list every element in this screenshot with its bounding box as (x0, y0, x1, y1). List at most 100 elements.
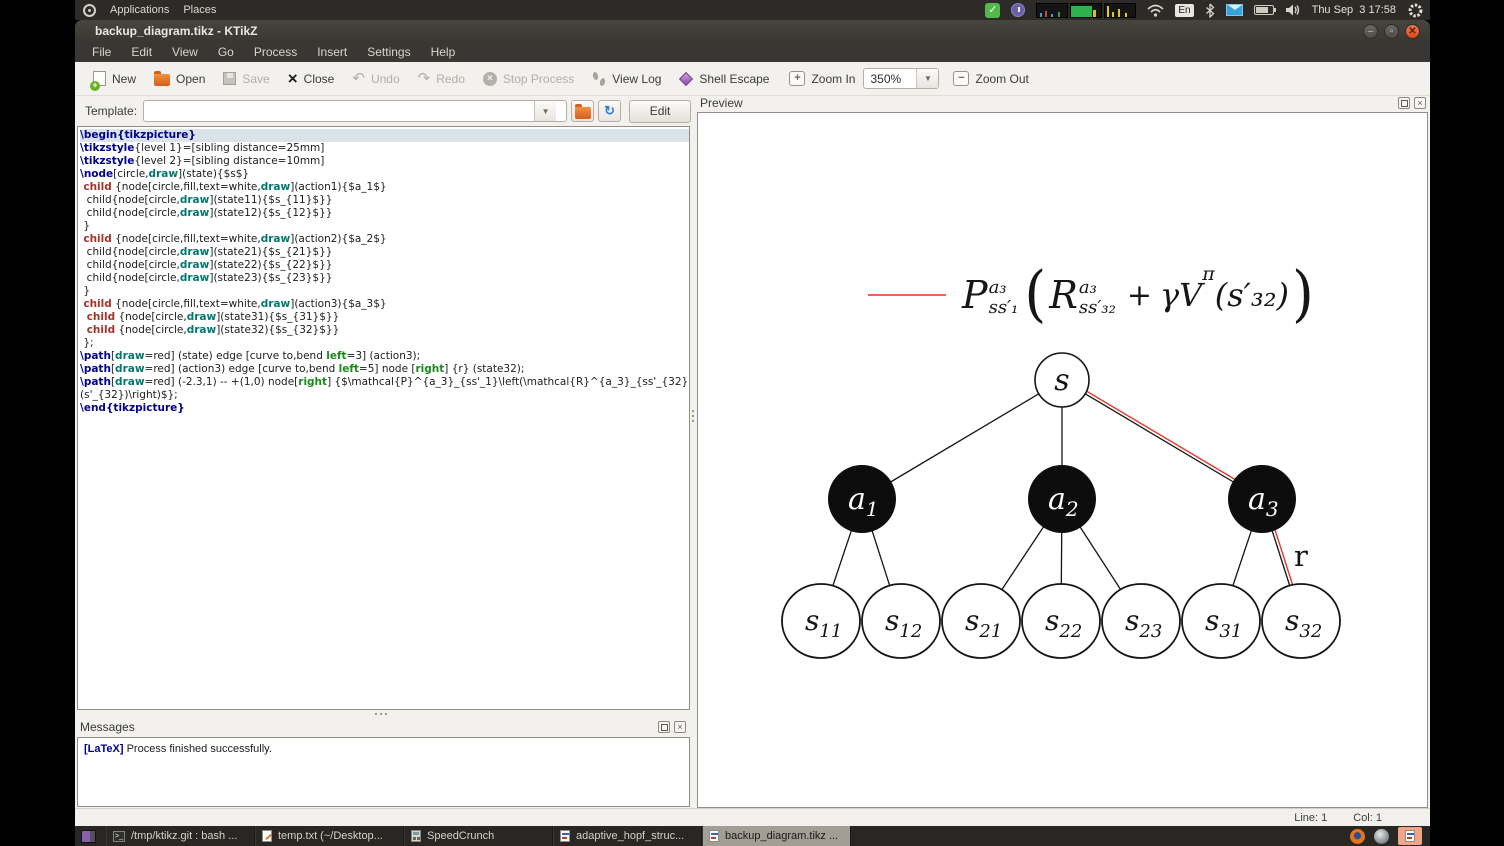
mail-indicator-icon[interactable] (1225, 4, 1243, 16)
splitter-handle-icon (692, 410, 694, 424)
code-editor[interactable]: \begin{tikzpicture} \tikzstyle{level 1}=[… (77, 126, 690, 710)
template-reload-button[interactable]: ↻ (598, 100, 622, 122)
code-line: child{node[circle,draw](state23){$s_{23}… (80, 272, 333, 284)
shell-escape-button[interactable]: Shell Escape (671, 69, 777, 89)
preview-close-button[interactable]: × (1414, 97, 1426, 109)
code-line: child{node[circle,draw](state22){$s_{22}… (80, 259, 333, 271)
preview-pane[interactable]: P a₃ ss′₁ ( R a₃ ss′₃₂ + γV π (s′₃₂) ) s… (697, 112, 1428, 808)
code-line: (s'_{32})\right)$}; (80, 389, 178, 401)
tikz-file-icon (1405, 830, 1415, 842)
template-row: Template: ▼ ↻ Edit (75, 96, 695, 126)
code-line: \path[draw=red] (-2.3,1) -- +(1,0) node[… (80, 376, 689, 388)
code-line: child {node[circle,fill,text=white,draw]… (83, 233, 387, 245)
terminal-icon: >_ (113, 830, 125, 842)
system-monitor-applet[interactable] (1036, 2, 1137, 18)
editor-preview-splitter[interactable] (690, 62, 696, 808)
window-title: backup_diagram.tikz - KTikZ (95, 24, 258, 38)
bluetooth-icon[interactable] (1205, 3, 1215, 18)
code-line: child{node[circle,draw](state11){$s_{11}… (80, 194, 333, 206)
window-titlebar[interactable]: backup_diagram.tikz - KTikZ – ▫ ✕ (75, 20, 1430, 42)
browser-tray-icon[interactable] (1374, 828, 1389, 844)
zoom-dropdown-arrow-icon[interactable]: ▼ (916, 69, 939, 88)
template-browse-button[interactable] (571, 100, 595, 122)
maximize-button[interactable]: ▫ (1384, 23, 1399, 39)
places-menu[interactable]: Places (183, 4, 216, 16)
firefox-tray-icon[interactable] (1350, 828, 1365, 844)
editor-messages-splitter[interactable] (75, 710, 695, 718)
menu-go[interactable]: Go (209, 43, 243, 61)
undo-button[interactable]: ↶ Undo (344, 69, 407, 89)
open-button[interactable]: Open (146, 68, 213, 89)
template-dropdown-arrow-icon[interactable]: ▼ (534, 101, 557, 121)
redo-button[interactable]: ↷ Redo (410, 69, 473, 89)
menu-edit[interactable]: Edit (122, 43, 161, 61)
code-line: \begin{tikzpicture} (80, 129, 689, 142)
menu-insert[interactable]: Insert (308, 43, 356, 61)
statusbar: Line: 1 Col: 1 (75, 808, 1430, 826)
code-line: child {node[circle,fill,text=white,draw]… (83, 181, 387, 193)
volume-icon[interactable] (1285, 3, 1301, 17)
code-line: } (80, 285, 91, 297)
workspace-switcher[interactable] (81, 829, 96, 843)
code-line: }; (80, 337, 94, 349)
preview-header: Preview × (697, 94, 1430, 112)
applications-menu[interactable]: Applications (110, 4, 169, 16)
menu-help[interactable]: Help (422, 43, 465, 61)
zoom-level-input[interactable] (864, 71, 917, 86)
menu-settings[interactable]: Settings (358, 43, 419, 61)
template-label: Template: (85, 104, 138, 118)
minimize-button[interactable]: – (1363, 23, 1378, 39)
stop-process-button[interactable]: × Stop Process (475, 69, 582, 89)
messages-header: Messages × (77, 718, 690, 736)
new-button[interactable]: New (85, 68, 144, 91)
distributor-logo-icon[interactable] (83, 3, 96, 17)
save-icon (223, 72, 237, 85)
label-reward-r: r (1294, 539, 1308, 573)
task-backup-diagram[interactable]: backup_diagram.tikz ... (702, 826, 851, 846)
preview-float-button[interactable] (1398, 97, 1410, 109)
keyboard-layout-indicator[interactable]: En (1175, 3, 1194, 17)
close-button[interactable]: × Close (280, 69, 343, 89)
code-line: child {node[circle,fill,text=white,draw]… (83, 298, 387, 310)
messages-float-button[interactable] (658, 721, 670, 733)
code-line: \node[circle,draw](state){$s$} (80, 168, 250, 180)
code-line: child {node[circle,draw](state32){$s_{32… (86, 324, 340, 336)
menubar: File Edit View Go Process Insert Setting… (75, 42, 1430, 62)
template-combo[interactable]: ▼ (143, 100, 568, 122)
clock[interactable]: Thu Sep 3 17:58 (1312, 4, 1396, 16)
task-textfile[interactable]: temp.txt (~/Desktop... (255, 826, 404, 846)
code-line: \tikzstyle{level 2}=[sibling distance=10… (80, 155, 325, 167)
calculator-icon (411, 830, 421, 842)
battery-icon[interactable] (1253, 5, 1276, 15)
splitter-handle-icon (375, 713, 389, 715)
close-window-button[interactable]: ✕ (1405, 23, 1420, 39)
view-log-button[interactable]: View Log (584, 69, 669, 89)
window-body: New Open Save ×Close ↶Undo ↷Redo ×Stop P… (75, 62, 1430, 826)
label-s: s (1054, 363, 1069, 398)
task-terminal[interactable]: >_/tmp/ktikz.git : bash ... (106, 826, 255, 846)
code-line: child{node[circle,draw](state21){$s_{21}… (80, 246, 333, 258)
menu-process[interactable]: Process (245, 43, 306, 61)
task-adaptive-hopf[interactable]: adaptive_hopf_struc... (553, 826, 702, 846)
template-edit-button[interactable]: Edit (629, 99, 692, 123)
code-lines: \begin{tikzpicture} \tikzstyle{level 1}=[… (78, 127, 689, 415)
menu-file[interactable]: File (83, 43, 120, 61)
messages-close-button[interactable]: × (674, 721, 686, 733)
template-input[interactable] (144, 104, 535, 118)
backup-diagram-svg: s a1 a2 a3 s11 s12 s21 s22 s23 s31 s32 r (781, 352, 1341, 659)
preview-title: Preview (700, 96, 743, 110)
save-button[interactable]: Save (215, 69, 277, 89)
desktop-top-panel: Applications Places ✓ En Thu Sep 3 17:58 (75, 0, 1430, 20)
session-gear-icon[interactable] (1407, 2, 1424, 19)
ktikz-attention-tray-icon[interactable] (1398, 827, 1422, 845)
tikz-file-icon (560, 830, 570, 842)
zoom-level-combo[interactable]: ▼ (863, 68, 940, 89)
menu-view[interactable]: View (163, 43, 207, 61)
time-tracker-icon[interactable] (1011, 3, 1026, 17)
zoom-out-button[interactable]: − Zoom Out (945, 68, 1036, 89)
wifi-icon[interactable] (1147, 4, 1164, 17)
task-speedcrunch[interactable]: SpeedCrunch (404, 826, 553, 846)
zoom-in-button[interactable]: + Zoom In (781, 68, 863, 89)
messages-log[interactable]: [LaTeX] Process finished successfully. (77, 737, 690, 807)
updates-ok-icon[interactable]: ✓ (985, 2, 1001, 18)
